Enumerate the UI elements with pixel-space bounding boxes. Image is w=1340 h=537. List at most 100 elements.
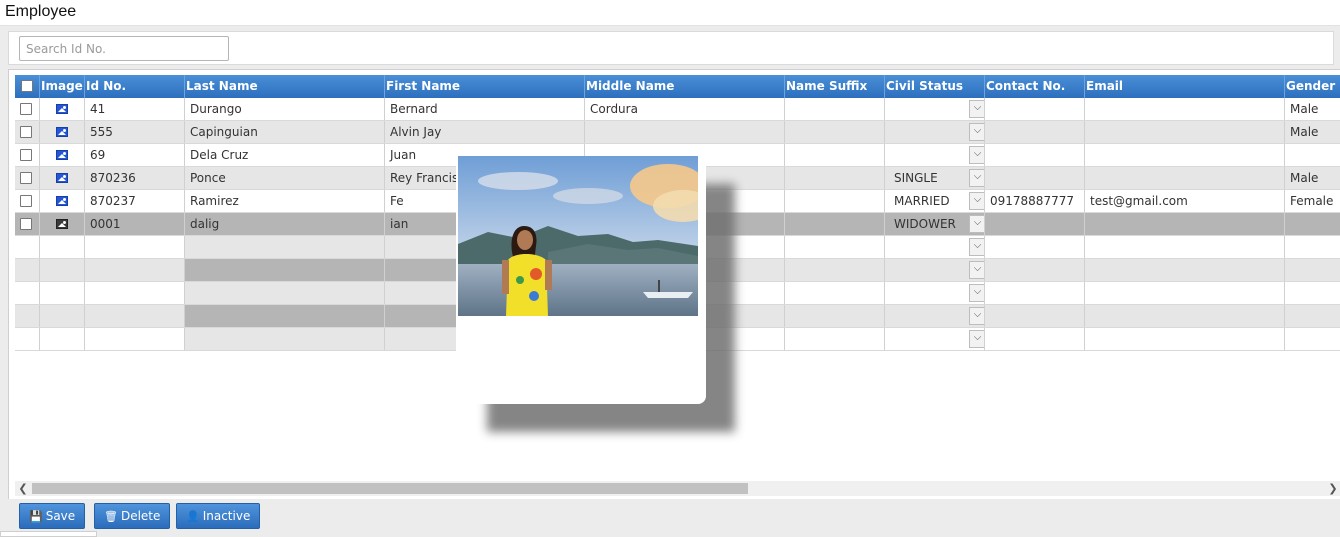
- column-header-email[interactable]: Email: [1085, 75, 1285, 98]
- chevron-down-icon[interactable]: ⌵: [969, 192, 984, 210]
- image-cell[interactable]: [40, 121, 85, 143]
- civil-status-cell[interactable]: SINGLE ⌵: [885, 167, 985, 189]
- civil-status-cell[interactable]: ⌵: [885, 144, 985, 166]
- chevron-down-icon[interactable]: ⌵: [969, 169, 984, 187]
- row-checkbox[interactable]: [20, 195, 32, 207]
- gender-cell[interactable]: Female: [1285, 190, 1340, 212]
- image-cell[interactable]: [40, 213, 85, 235]
- row-checkbox[interactable]: [20, 103, 32, 115]
- image-cell[interactable]: [40, 259, 85, 281]
- id-no-cell[interactable]: [85, 236, 185, 258]
- last-name-cell[interactable]: Durango: [185, 98, 385, 120]
- name-suffix-cell[interactable]: [785, 213, 885, 235]
- gender-cell[interactable]: [1285, 236, 1340, 258]
- id-no-cell[interactable]: [85, 259, 185, 281]
- id-no-cell[interactable]: 69: [85, 144, 185, 166]
- gender-cell[interactable]: Male: [1285, 98, 1340, 120]
- id-no-cell[interactable]: [85, 282, 185, 304]
- image-cell[interactable]: [40, 144, 85, 166]
- contact-no-cell[interactable]: [985, 259, 1085, 281]
- contact-no-cell[interactable]: [985, 236, 1085, 258]
- middle-name-cell[interactable]: [585, 121, 785, 143]
- column-header-id-no[interactable]: Id No.: [85, 75, 185, 98]
- select-cell[interactable]: [15, 144, 40, 166]
- contact-no-cell[interactable]: [985, 98, 1085, 120]
- select-cell[interactable]: [15, 236, 40, 258]
- contact-no-cell[interactable]: [985, 167, 1085, 189]
- scroll-right-arrow-icon[interactable]: ❯: [1325, 481, 1340, 496]
- email-cell[interactable]: [1085, 213, 1285, 235]
- name-suffix-cell[interactable]: [785, 305, 885, 327]
- gender-cell[interactable]: [1285, 259, 1340, 281]
- select-cell[interactable]: [15, 98, 40, 120]
- contact-no-cell[interactable]: [985, 282, 1085, 304]
- image-cell[interactable]: [40, 282, 85, 304]
- name-suffix-cell[interactable]: [785, 190, 885, 212]
- last-name-cell[interactable]: Dela Cruz: [185, 144, 385, 166]
- contact-no-cell[interactable]: [985, 144, 1085, 166]
- horizontal-scrollbar[interactable]: ❮ ❯: [15, 481, 1340, 496]
- select-cell[interactable]: [15, 259, 40, 281]
- select-cell[interactable]: [15, 167, 40, 189]
- last-name-cell[interactable]: Ponce: [185, 167, 385, 189]
- image-icon[interactable]: [56, 196, 68, 206]
- civil-status-cell[interactable]: MARRIED ⌵: [885, 190, 985, 212]
- contact-no-cell[interactable]: [985, 305, 1085, 327]
- image-cell[interactable]: [40, 167, 85, 189]
- name-suffix-cell[interactable]: [785, 167, 885, 189]
- chevron-down-icon[interactable]: ⌵: [969, 284, 984, 302]
- civil-status-cell[interactable]: ⌵: [885, 259, 985, 281]
- select-cell[interactable]: [15, 121, 40, 143]
- middle-name-cell[interactable]: Cordura: [585, 98, 785, 120]
- id-no-cell[interactable]: [85, 305, 185, 327]
- chevron-down-icon[interactable]: ⌵: [969, 238, 984, 256]
- name-suffix-cell[interactable]: [785, 259, 885, 281]
- image-icon[interactable]: [56, 127, 68, 137]
- row-checkbox[interactable]: [20, 172, 32, 184]
- column-header-gender[interactable]: Gender: [1285, 75, 1340, 98]
- last-name-cell[interactable]: dalig: [185, 213, 385, 235]
- column-header-select[interactable]: [15, 75, 40, 98]
- image-icon[interactable]: [56, 173, 68, 183]
- last-name-cell[interactable]: [185, 305, 385, 327]
- chevron-down-icon[interactable]: ⌵: [969, 261, 984, 279]
- first-name-cell[interactable]: Alvin Jay: [385, 121, 585, 143]
- civil-status-cell[interactable]: ⌵: [885, 236, 985, 258]
- select-cell[interactable]: [15, 282, 40, 304]
- save-button[interactable]: 💾 Save: [19, 503, 86, 529]
- gender-cell[interactable]: [1285, 282, 1340, 304]
- name-suffix-cell[interactable]: [785, 121, 885, 143]
- email-cell[interactable]: [1085, 121, 1285, 143]
- name-suffix-cell[interactable]: [785, 144, 885, 166]
- column-header-name-suffix[interactable]: Name Suffix: [785, 75, 885, 98]
- email-cell[interactable]: test@gmail.com: [1085, 190, 1285, 212]
- image-cell[interactable]: [40, 190, 85, 212]
- last-name-cell[interactable]: [185, 259, 385, 281]
- chevron-down-icon[interactable]: ⌵: [969, 123, 984, 141]
- select-cell[interactable]: [15, 190, 40, 212]
- name-suffix-cell[interactable]: [785, 282, 885, 304]
- column-header-last-name[interactable]: Last Name: [185, 75, 385, 98]
- gender-cell[interactable]: [1285, 213, 1340, 235]
- name-suffix-cell[interactable]: [785, 328, 885, 350]
- gender-cell[interactable]: Male: [1285, 167, 1340, 189]
- row-checkbox[interactable]: [20, 218, 32, 230]
- civil-status-cell[interactable]: ⌵: [885, 282, 985, 304]
- column-header-first-name[interactable]: First Name: [385, 75, 585, 98]
- name-suffix-cell[interactable]: [785, 236, 885, 258]
- select-cell[interactable]: [15, 305, 40, 327]
- email-cell[interactable]: [1085, 328, 1285, 350]
- image-icon[interactable]: [56, 219, 68, 229]
- id-no-cell[interactable]: 870236: [85, 167, 185, 189]
- row-checkbox[interactable]: [20, 126, 32, 138]
- table-row[interactable]: 555 Capinguian Alvin Jay ⌵ Male: [15, 121, 1340, 144]
- search-input[interactable]: [19, 36, 229, 61]
- contact-no-cell[interactable]: [985, 213, 1085, 235]
- select-cell[interactable]: [15, 328, 40, 350]
- chevron-down-icon[interactable]: ⌵: [969, 307, 984, 325]
- civil-status-cell[interactable]: ⌵: [885, 305, 985, 327]
- table-row[interactable]: 41 Durango Bernard Cordura ⌵ Male: [15, 98, 1340, 121]
- email-cell[interactable]: [1085, 259, 1285, 281]
- first-name-cell[interactable]: Bernard: [385, 98, 585, 120]
- column-header-contact-no[interactable]: Contact No.: [985, 75, 1085, 98]
